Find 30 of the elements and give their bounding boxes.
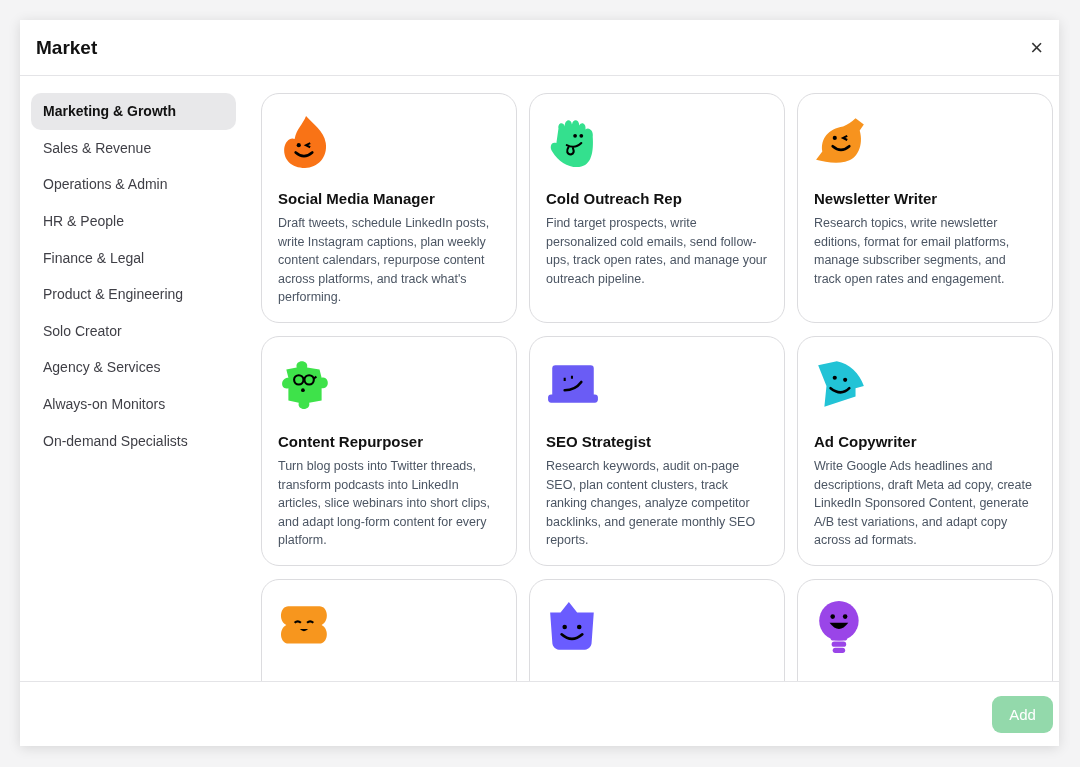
card-title: SEO Strategist: [546, 433, 653, 450]
category-item[interactable]: Sales & Revenue: [31, 129, 236, 167]
card-title: Content Repurposer: [278, 433, 424, 450]
agent-card[interactable]: Cold Outreach Rep Find target prospects, write personalized cold emails, send follow-ups, track open rates, and manage your outreach pipeline.: [529, 93, 785, 323]
card-description: Research keywords, audit on-page SEO, plan content clusters, track ranking changes, analyze competitor backlinks, and generate monthly SEO reports.: [546, 458, 757, 549]
card-description: Write Google Ads headlines and descriptions, draft Meta ad copy, create LinkedIn Sponsored Content, generate A/B test variations, and adapt copy across ad formats.: [814, 458, 1033, 549]
agent-card[interactable]: Social Media Manager Draft tweets, schedule LinkedIn posts, write Instagram captions, plan weekly content calendars, repurpose content across platforms, and track what's performing.: [261, 93, 517, 323]
agent-card[interactable]: Ad Copywriter Write Google Ads headlines and descriptions, draft Meta ad copy, create LinkedIn Sponsored Content, generate A/B test variations, and adapt copy across ad formats.: [797, 336, 1053, 566]
agent-card[interactable]: SEO Strategist Research keywords, audit on-page SEO, plan content clusters, track ranking changes, analyze competitor backlinks, and generate monthly SEO reports.: [529, 336, 785, 566]
card-title: Social Media Manager: [278, 190, 436, 207]
category-item[interactable]: Finance & Legal: [31, 239, 236, 276]
category-item[interactable]: Always-on Monitors: [31, 385, 236, 423]
card-title: Newsletter Writer: [814, 190, 939, 207]
category-item[interactable]: On-demand Specialists: [31, 422, 236, 459]
category-item[interactable]: Solo Creator: [31, 312, 236, 350]
category-item[interactable]: Operations & Admin: [31, 166, 236, 203]
card-description: Turn blog posts into Twitter threads, transform podcasts into LinkedIn articles, slice webinars into short clips, and adapt long-form content for every platform.: [278, 458, 491, 549]
category-item[interactable]: Marketing & Growth: [31, 93, 236, 130]
card-title: Ad Copywriter: [814, 433, 918, 450]
category-item[interactable]: Agency & Services: [31, 349, 236, 386]
category-item[interactable]: HR & People: [31, 202, 236, 240]
close-button[interactable]: ×: [1026, 34, 1047, 61]
card-description: Draft tweets, schedule LinkedIn posts, write Instagram captions, plan weekly content calendars, repurpose content across platforms, and track what's performing.: [278, 215, 491, 306]
agent-card[interactable]: Newsletter Writer Research topics, write newsletter editions, format for email platforms, manage subscriber segments, and track open rates and engagement.: [797, 93, 1053, 323]
category-item[interactable]: Product & Engineering: [31, 275, 236, 313]
card-title: Cold Outreach Rep: [546, 190, 683, 207]
card-description: Research topics, write newsletter editions, format for email platforms, manage subscriber segments, and track open rates and engagement.: [814, 215, 1011, 288]
agent-card[interactable]: Content Repurposer Turn blog posts into Twitter threads, transform podcasts into LinkedIn articles, slice webinars into short clips, and adapt long-form content for every platform.: [261, 336, 517, 566]
card-description: Find target prospects, write personalized cold emails, send follow-ups, track open rates, and manage your outreach pipeline.: [546, 215, 768, 288]
dialog-title: Market: [36, 36, 98, 59]
